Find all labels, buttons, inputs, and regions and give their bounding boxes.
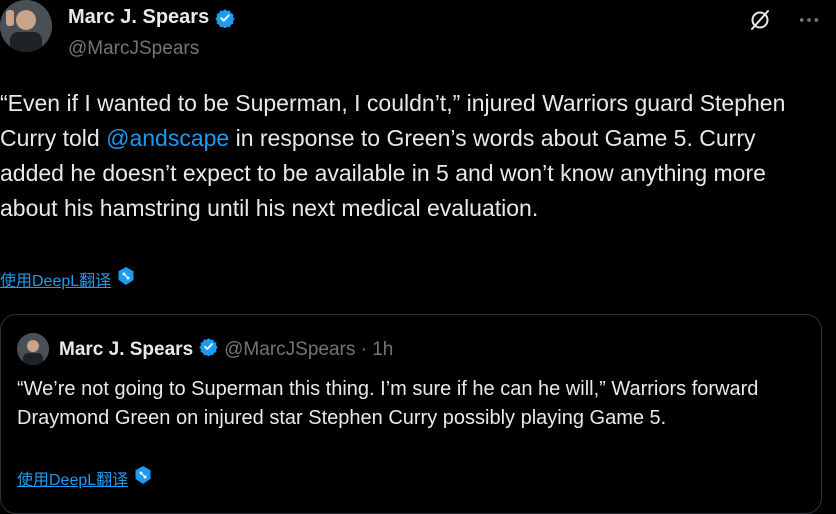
- author-name-row: Marc J. Spears: [68, 6, 235, 29]
- top-actions: [748, 8, 820, 37]
- quoted-translate-label[interactable]: 使用DeepL翻译: [17, 466, 128, 490]
- quoted-handle-time: @MarcJSpears · 1h: [224, 338, 394, 360]
- translate-link[interactable]: 使用DeepL翻译: [0, 266, 135, 291]
- quoted-display-name: Marc J. Spears: [59, 338, 194, 360]
- tweet-text: “Even if I wanted to be Superman, I coul…: [0, 86, 820, 226]
- grok-slash-icon[interactable]: [748, 8, 772, 37]
- deepl-icon: [117, 266, 135, 291]
- quoted-header: Marc J. Spears @MarcJSpears · 1h: [59, 337, 393, 362]
- quoted-deepl-icon: [134, 465, 152, 490]
- translate-label[interactable]: 使用DeepL翻译: [0, 267, 111, 291]
- quoted-translate-link[interactable]: 使用DeepL翻译: [17, 465, 152, 490]
- quoted-tweet-card[interactable]: Marc J. Spears @MarcJSpears · 1h “We’re …: [0, 314, 822, 514]
- quoted-verified-badge-icon: [199, 337, 218, 362]
- quoted-text: “We’re not going to Superman this thing.…: [17, 378, 759, 429]
- quoted-author-avatar: [17, 333, 49, 365]
- author-display-name[interactable]: Marc J. Spears: [68, 6, 209, 29]
- verified-badge-icon: [215, 8, 235, 28]
- author-handle[interactable]: @MarcJSpears: [68, 38, 199, 60]
- more-icon[interactable]: [798, 9, 820, 36]
- mention-link[interactable]: @andscape: [106, 125, 229, 151]
- author-avatar[interactable]: [0, 0, 52, 52]
